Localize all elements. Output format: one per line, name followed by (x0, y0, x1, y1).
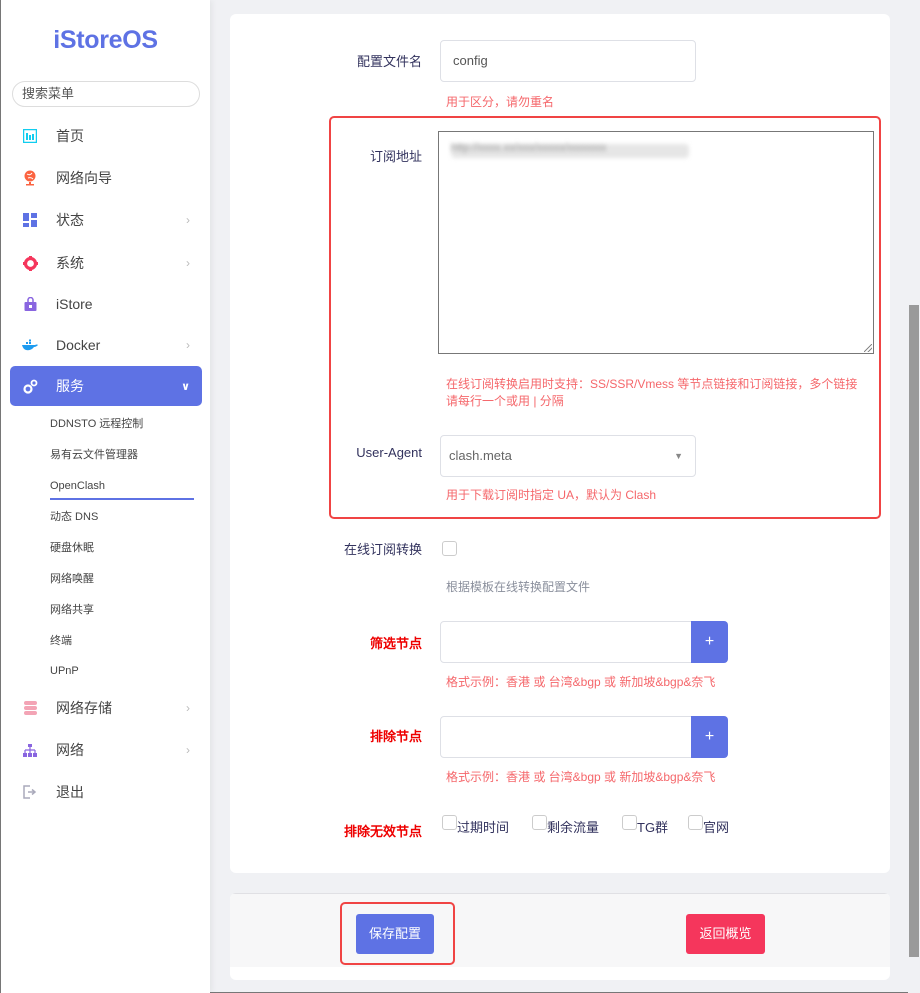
sidebar-item-network-wizard[interactable]: 网络向导 (10, 158, 202, 198)
checkbox-tg-group[interactable] (622, 815, 637, 830)
filter-nodes-hint: 格式示例：香港 或 台湾&bgp 或 新加坡&bgp&奈飞 (446, 675, 716, 689)
sidebar-item-label: 首页 (56, 128, 84, 144)
exclude-nodes-input[interactable] (440, 716, 692, 758)
sub-item-wake-on-lan[interactable]: 网络唤醒 (50, 569, 94, 589)
config-name-hint: 用于区分，请勿重名 (446, 95, 555, 109)
sidebar-item-label: 退出 (56, 784, 84, 800)
globe-icon (22, 170, 38, 186)
scrollbar-thumb[interactable] (909, 305, 919, 957)
config-name-label: 配置文件名 (356, 54, 422, 69)
online-convert-checkbox[interactable] (442, 541, 457, 556)
chevron-right-icon: › (186, 256, 190, 270)
exclude-nodes-label: 排除节点 (369, 729, 422, 744)
sidebar: iStoreOS 搜索菜单 首页 网络向导 状态 › 系统 › iStore D… (1, 0, 210, 993)
sidebar-item-docker[interactable]: Docker › (10, 325, 202, 365)
gear-icon (22, 255, 38, 271)
user-agent-select[interactable]: clash.meta ▼ (440, 435, 696, 477)
filter-nodes-add-button[interactable]: + (691, 621, 728, 663)
checkbox-label-remaining-traffic: 剩余流量 (547, 820, 600, 835)
logo: iStoreOS (53, 26, 158, 54)
user-agent-value: clash.meta (449, 448, 512, 463)
sidebar-item-label: 网络 (56, 742, 84, 758)
sidebar-item-services[interactable]: 服务 ∨ (10, 366, 202, 406)
sub-item-disk-sleep[interactable]: 硬盘休眠 (50, 538, 94, 558)
save-config-button[interactable]: 保存配置 (356, 914, 434, 954)
subscription-url-textarea[interactable]: http://xxxx.xx/xxx/xxxxx/xxxxxxx (438, 131, 874, 354)
store-bag-icon (22, 296, 38, 312)
checkbox-official-site[interactable] (688, 815, 703, 830)
sidebar-item-label: iStore (56, 296, 93, 312)
checkbox-remaining-traffic[interactable] (532, 815, 547, 830)
scrollbar-track[interactable] (908, 0, 920, 993)
sidebar-item-system[interactable]: 系统 › (10, 243, 202, 283)
chevron-down-icon: ∨ (181, 380, 190, 393)
exclude-nodes-add-button[interactable]: + (691, 716, 728, 758)
chevron-right-icon: › (186, 701, 190, 715)
sidebar-item-istore[interactable]: iStore (10, 284, 202, 324)
sidebar-item-label: 服务 (56, 378, 84, 394)
checkbox-label-expire-time: 过期时间 (457, 820, 510, 835)
sidebar-item-status[interactable]: 状态 › (10, 200, 202, 240)
sub-item-ddnsto[interactable]: DDNSTO 远程控制 (50, 414, 143, 434)
chevron-right-icon: › (186, 338, 190, 352)
docker-whale-icon (22, 337, 38, 353)
cogs-icon (22, 378, 38, 394)
resize-handle[interactable] (864, 344, 872, 352)
exclude-nodes-hint: 格式示例：香港 或 台湾&bgp 或 新加坡&bgp&奈飞 (446, 770, 716, 784)
sidebar-item-label: Docker (56, 337, 101, 353)
chevron-right-icon: › (186, 743, 190, 757)
sub-item-openclash[interactable]: OpenClash (50, 476, 105, 496)
sub-item-dynamic-dns[interactable]: 动态 DNS (50, 507, 98, 527)
active-sub-item-indicator (50, 498, 194, 500)
sidebar-item-logout[interactable]: 退出 (10, 772, 202, 812)
chevron-right-icon: › (186, 213, 190, 227)
exclude-invalid-label: 排除无效节点 (343, 824, 422, 839)
logout-icon (22, 784, 38, 800)
action-bar (230, 893, 890, 980)
sidebar-item-network[interactable]: 网络 › (10, 730, 202, 770)
config-name-input[interactable]: config (440, 40, 696, 82)
sub-item-upnp[interactable]: UPnP (50, 661, 79, 681)
subscription-url-label: 订阅地址 (369, 149, 422, 164)
sub-item-network-share[interactable]: 网络共享 (50, 600, 94, 620)
checkbox-label-tg-group: TG群 (637, 820, 669, 835)
filter-nodes-input[interactable] (440, 621, 692, 663)
redacted-url-text: http://xxxx.xx/xxx/xxxxx/xxxxxxx (451, 142, 607, 154)
sub-item-cloud-file-manager[interactable]: 易有云文件管理器 (50, 445, 138, 465)
back-to-overview-button[interactable]: 返回概览 (686, 914, 765, 954)
sidebar-item-label: 系统 (56, 255, 84, 271)
checkbox-label-official-site: 官网 (703, 820, 730, 835)
online-convert-label: 在线订阅转换 (343, 542, 422, 557)
database-icon (22, 700, 38, 716)
sidebar-item-home[interactable]: 首页 (10, 116, 202, 156)
online-convert-hint: 根据模板在线转换配置文件 (446, 580, 591, 594)
menu-search-input[interactable]: 搜索菜单 (12, 81, 200, 107)
network-tree-icon (22, 742, 38, 758)
sub-item-terminal[interactable]: 终端 (50, 631, 72, 651)
checkbox-expire-time[interactable] (442, 815, 457, 830)
user-agent-hint: 用于下载订阅时指定 UA，默认为 Clash (446, 488, 657, 502)
sidebar-item-label: 状态 (56, 212, 84, 228)
dropdown-arrow-icon: ▼ (674, 451, 683, 461)
filter-nodes-label: 筛选节点 (369, 636, 422, 651)
dashboard-icon (22, 128, 38, 144)
grid-icon (22, 212, 38, 228)
subscription-url-hint: 在线订阅转换启用时支持：SS/SSR/Vmess 等节点链接和订阅链接，多个链接… (446, 377, 858, 408)
sidebar-item-label: 网络向导 (56, 170, 112, 186)
action-bar-inner (230, 893, 890, 967)
sidebar-item-network-storage[interactable]: 网络存储 › (10, 688, 202, 728)
user-agent-label: User-Agent (356, 445, 422, 460)
sidebar-item-label: 网络存储 (56, 700, 112, 716)
